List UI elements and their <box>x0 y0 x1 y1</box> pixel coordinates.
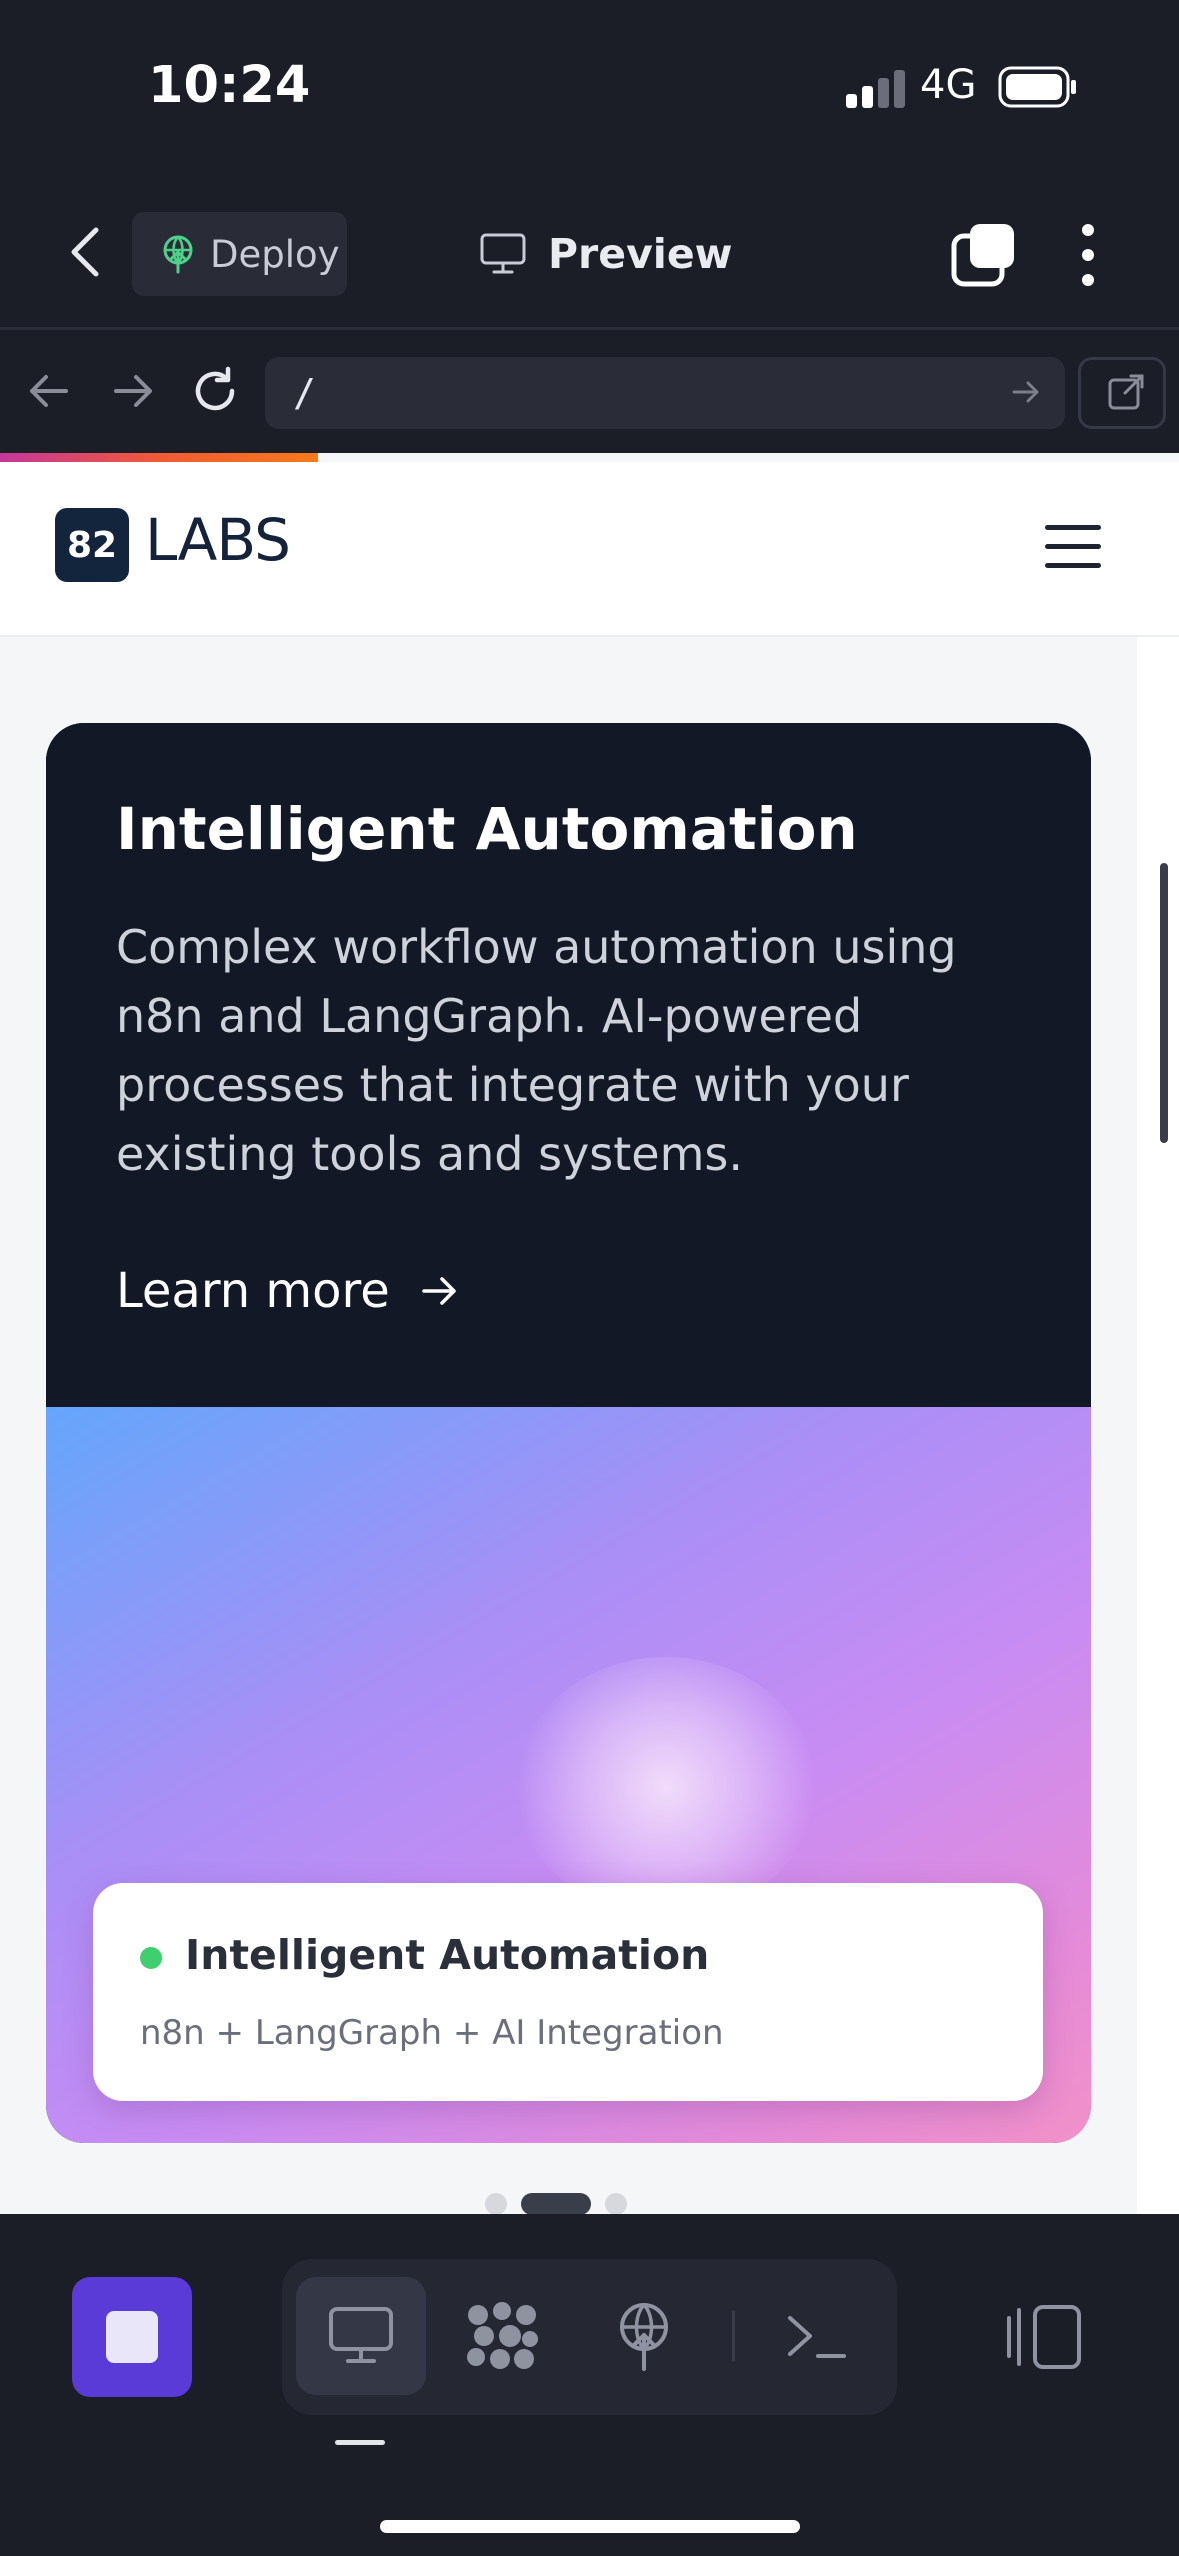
preview-tab[interactable]: Preview <box>480 222 733 286</box>
status-time: 10:24 <box>148 56 311 115</box>
apps-grid-icon <box>467 2302 538 2369</box>
feature-badge-title: Intelligent Automation <box>185 1931 710 1979</box>
external-link-icon <box>1108 374 1144 410</box>
feature-badge-subtitle: n8n + LangGraph + AI Integration <box>140 2013 724 2053</box>
status-bar: 10:24 4G <box>0 0 1179 170</box>
stop-button[interactable] <box>72 2277 192 2397</box>
site-header: 82 LABS <box>0 462 1179 637</box>
stop-icon <box>106 2311 158 2363</box>
view-switcher <box>282 2259 897 2415</box>
app-screen: 10:24 4G Deploy Preview / 82 LABS Intell… <box>0 0 1179 2556</box>
url-input[interactable]: / <box>265 357 1065 429</box>
reload-icon[interactable] <box>190 363 240 419</box>
deploy-button[interactable]: Deploy <box>132 212 347 296</box>
page-load-progress <box>0 453 319 462</box>
tab-preview[interactable] <box>296 2277 426 2395</box>
logo-text[interactable]: LABS <box>145 506 291 574</box>
preview-label: Preview <box>548 230 733 278</box>
arrow-right-icon[interactable] <box>108 363 158 419</box>
active-tab-indicator <box>335 2440 385 2445</box>
feature-badge-card: Intelligent Automation n8n + LangGraph +… <box>93 1883 1043 2101</box>
tabs-icon[interactable] <box>950 222 1016 288</box>
monitor-icon <box>329 2307 393 2363</box>
chevron-left-icon[interactable] <box>60 222 110 282</box>
scrollbar-thumb[interactable] <box>1160 863 1168 1143</box>
scrollbar-track <box>1137 637 1179 2214</box>
signal-icon <box>846 70 905 108</box>
card-visual: Intelligent Automation n8n + LangGraph +… <box>46 1407 1091 2143</box>
card-title: Intelligent Automation <box>116 795 858 863</box>
deploy-icon <box>163 235 193 274</box>
deploy-label: Deploy <box>210 232 340 276</box>
learn-more-label: Learn more <box>116 1263 390 1319</box>
card-text-section: Intelligent Automation Complex workflow … <box>46 723 1091 1407</box>
menu-icon[interactable] <box>1045 525 1101 571</box>
tab-deploy[interactable] <box>579 2277 709 2395</box>
service-card: Intelligent Automation Complex workflow … <box>46 723 1091 2143</box>
more-vertical-icon[interactable] <box>1070 222 1106 288</box>
open-external-button[interactable] <box>1078 357 1166 429</box>
logo-badge[interactable]: 82 <box>55 508 129 582</box>
arrow-right-icon <box>422 1277 456 1305</box>
terminal-icon <box>788 2316 846 2358</box>
home-indicator[interactable] <box>380 2520 800 2533</box>
card-description: Complex workflow automation using n8n an… <box>116 920 957 1181</box>
battery-icon <box>998 66 1076 108</box>
deploy-icon <box>620 2303 668 2371</box>
web-preview: 82 LABS Intelligent Automation Complex w… <box>0 453 1179 2214</box>
bottom-toolbar <box>0 2214 1179 2556</box>
arrow-left-icon[interactable] <box>24 363 74 419</box>
monitor-icon <box>480 233 526 274</box>
glow-highlight <box>516 1657 816 1917</box>
learn-more-link[interactable]: Learn more <box>116 1263 460 1319</box>
url-path: / <box>293 371 316 415</box>
go-arrow-icon[interactable] <box>1011 377 1041 407</box>
carousel-dot[interactable] <box>485 2193 507 2214</box>
carousel-dot-active[interactable] <box>521 2193 591 2214</box>
tab-apps[interactable] <box>437 2277 567 2395</box>
panel-toggle-icon[interactable] <box>1005 2302 1085 2372</box>
browser-url-bar: / <box>0 333 1179 453</box>
carousel-indicators <box>485 2193 627 2214</box>
app-top-bar: Deploy Preview <box>0 170 1179 330</box>
network-label: 4G <box>920 62 977 108</box>
segment-divider <box>732 2311 735 2361</box>
tab-terminal[interactable] <box>752 2277 882 2395</box>
carousel-dot[interactable] <box>605 2193 627 2214</box>
status-dot-icon <box>140 1947 162 1969</box>
